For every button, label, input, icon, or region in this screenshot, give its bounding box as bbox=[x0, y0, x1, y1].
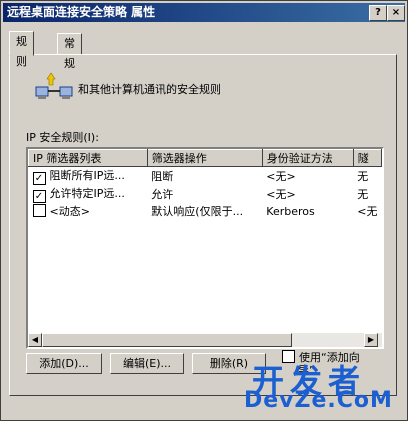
rule-tunnel: <无 bbox=[357, 205, 378, 218]
rule-checkbox[interactable]: ✓ bbox=[32, 172, 46, 185]
rule-auth-method: <无> bbox=[266, 188, 296, 201]
rules-panel: 和其他计算机通讯的安全规则 IP 安全规则(I): IP 筛选器列表 筛选器操作… bbox=[9, 54, 397, 396]
column-header-auth-method[interactable]: 身份验证方法 bbox=[261, 149, 354, 167]
table-header: IP 筛选器列表 筛选器操作 身份验证方法 隧 bbox=[28, 149, 383, 167]
network-computers-icon bbox=[35, 72, 73, 99]
column-header-filter-list[interactable]: IP 筛选器列表 bbox=[28, 149, 148, 167]
tab-rules[interactable]: 规则 bbox=[9, 31, 34, 68]
rule-checkbox[interactable]: ✓ bbox=[32, 190, 46, 203]
window-title: 远程桌面连接安全策略 属性 bbox=[7, 5, 156, 19]
rule-filter-action: 允许 bbox=[151, 188, 174, 201]
help-button[interactable]: ? bbox=[369, 5, 387, 21]
column-header-tunnel[interactable]: 隧 bbox=[352, 149, 383, 167]
scrollbar-thumb[interactable] bbox=[42, 333, 292, 347]
watermark-line2: DevZe.CoM bbox=[244, 388, 393, 413]
rule-auth-method: Kerberos bbox=[266, 204, 315, 218]
rules-description: 和其他计算机通讯的安全规则 bbox=[78, 83, 221, 96]
rule-tunnel: 无 bbox=[357, 170, 369, 183]
close-button[interactable]: × bbox=[387, 5, 405, 21]
rule-tunnel: 无 bbox=[357, 188, 369, 201]
rule-filter-action: 默认响应(仅限于... bbox=[151, 205, 244, 218]
rule-filter-action: 阻断 bbox=[151, 170, 174, 183]
ip-rules-list[interactable]: IP 筛选器列表 筛选器操作 身份验证方法 隧 ✓ 阻断所有IP远... 阻断 <… bbox=[26, 147, 384, 349]
table-row[interactable]: ✓ 允许特定IP远... 允许 <无> 无 bbox=[29, 185, 382, 203]
add-button[interactable]: 添加(D)... bbox=[26, 353, 102, 374]
table-row[interactable]: <动态> 默认响应(仅限于... Kerberos <无 bbox=[29, 203, 382, 219]
site-watermark: 开发者 DevZe.CoM bbox=[242, 356, 408, 420]
horizontal-scrollbar[interactable]: ◀ ▶ bbox=[28, 333, 382, 347]
rule-checkbox[interactable] bbox=[32, 204, 46, 217]
scroll-left-icon[interactable]: ◀ bbox=[28, 333, 42, 347]
tab-general[interactable]: 常规 bbox=[57, 33, 82, 70]
rule-filter-list: <动态> bbox=[49, 205, 90, 218]
scroll-right-icon[interactable]: ▶ bbox=[364, 333, 378, 347]
title-bar[interactable]: 远程桌面连接安全策略 属性 ? × bbox=[3, 3, 405, 22]
edit-button[interactable]: 编辑(E)... bbox=[110, 353, 184, 374]
rule-filter-list: 允许特定IP远... bbox=[49, 187, 125, 200]
column-header-filter-action[interactable]: 筛选器操作 bbox=[146, 149, 263, 167]
ip-security-rules-label: IP 安全规则(I): bbox=[26, 131, 99, 144]
rule-auth-method: <无> bbox=[266, 170, 296, 183]
rules-table: IP 筛选器列表 筛选器操作 身份验证方法 隧 ✓ 阻断所有IP远... 阻断 <… bbox=[28, 149, 383, 219]
table-row[interactable]: ✓ 阻断所有IP远... 阻断 <无> 无 bbox=[29, 167, 382, 185]
rule-filter-list: 阻断所有IP远... bbox=[49, 169, 125, 182]
